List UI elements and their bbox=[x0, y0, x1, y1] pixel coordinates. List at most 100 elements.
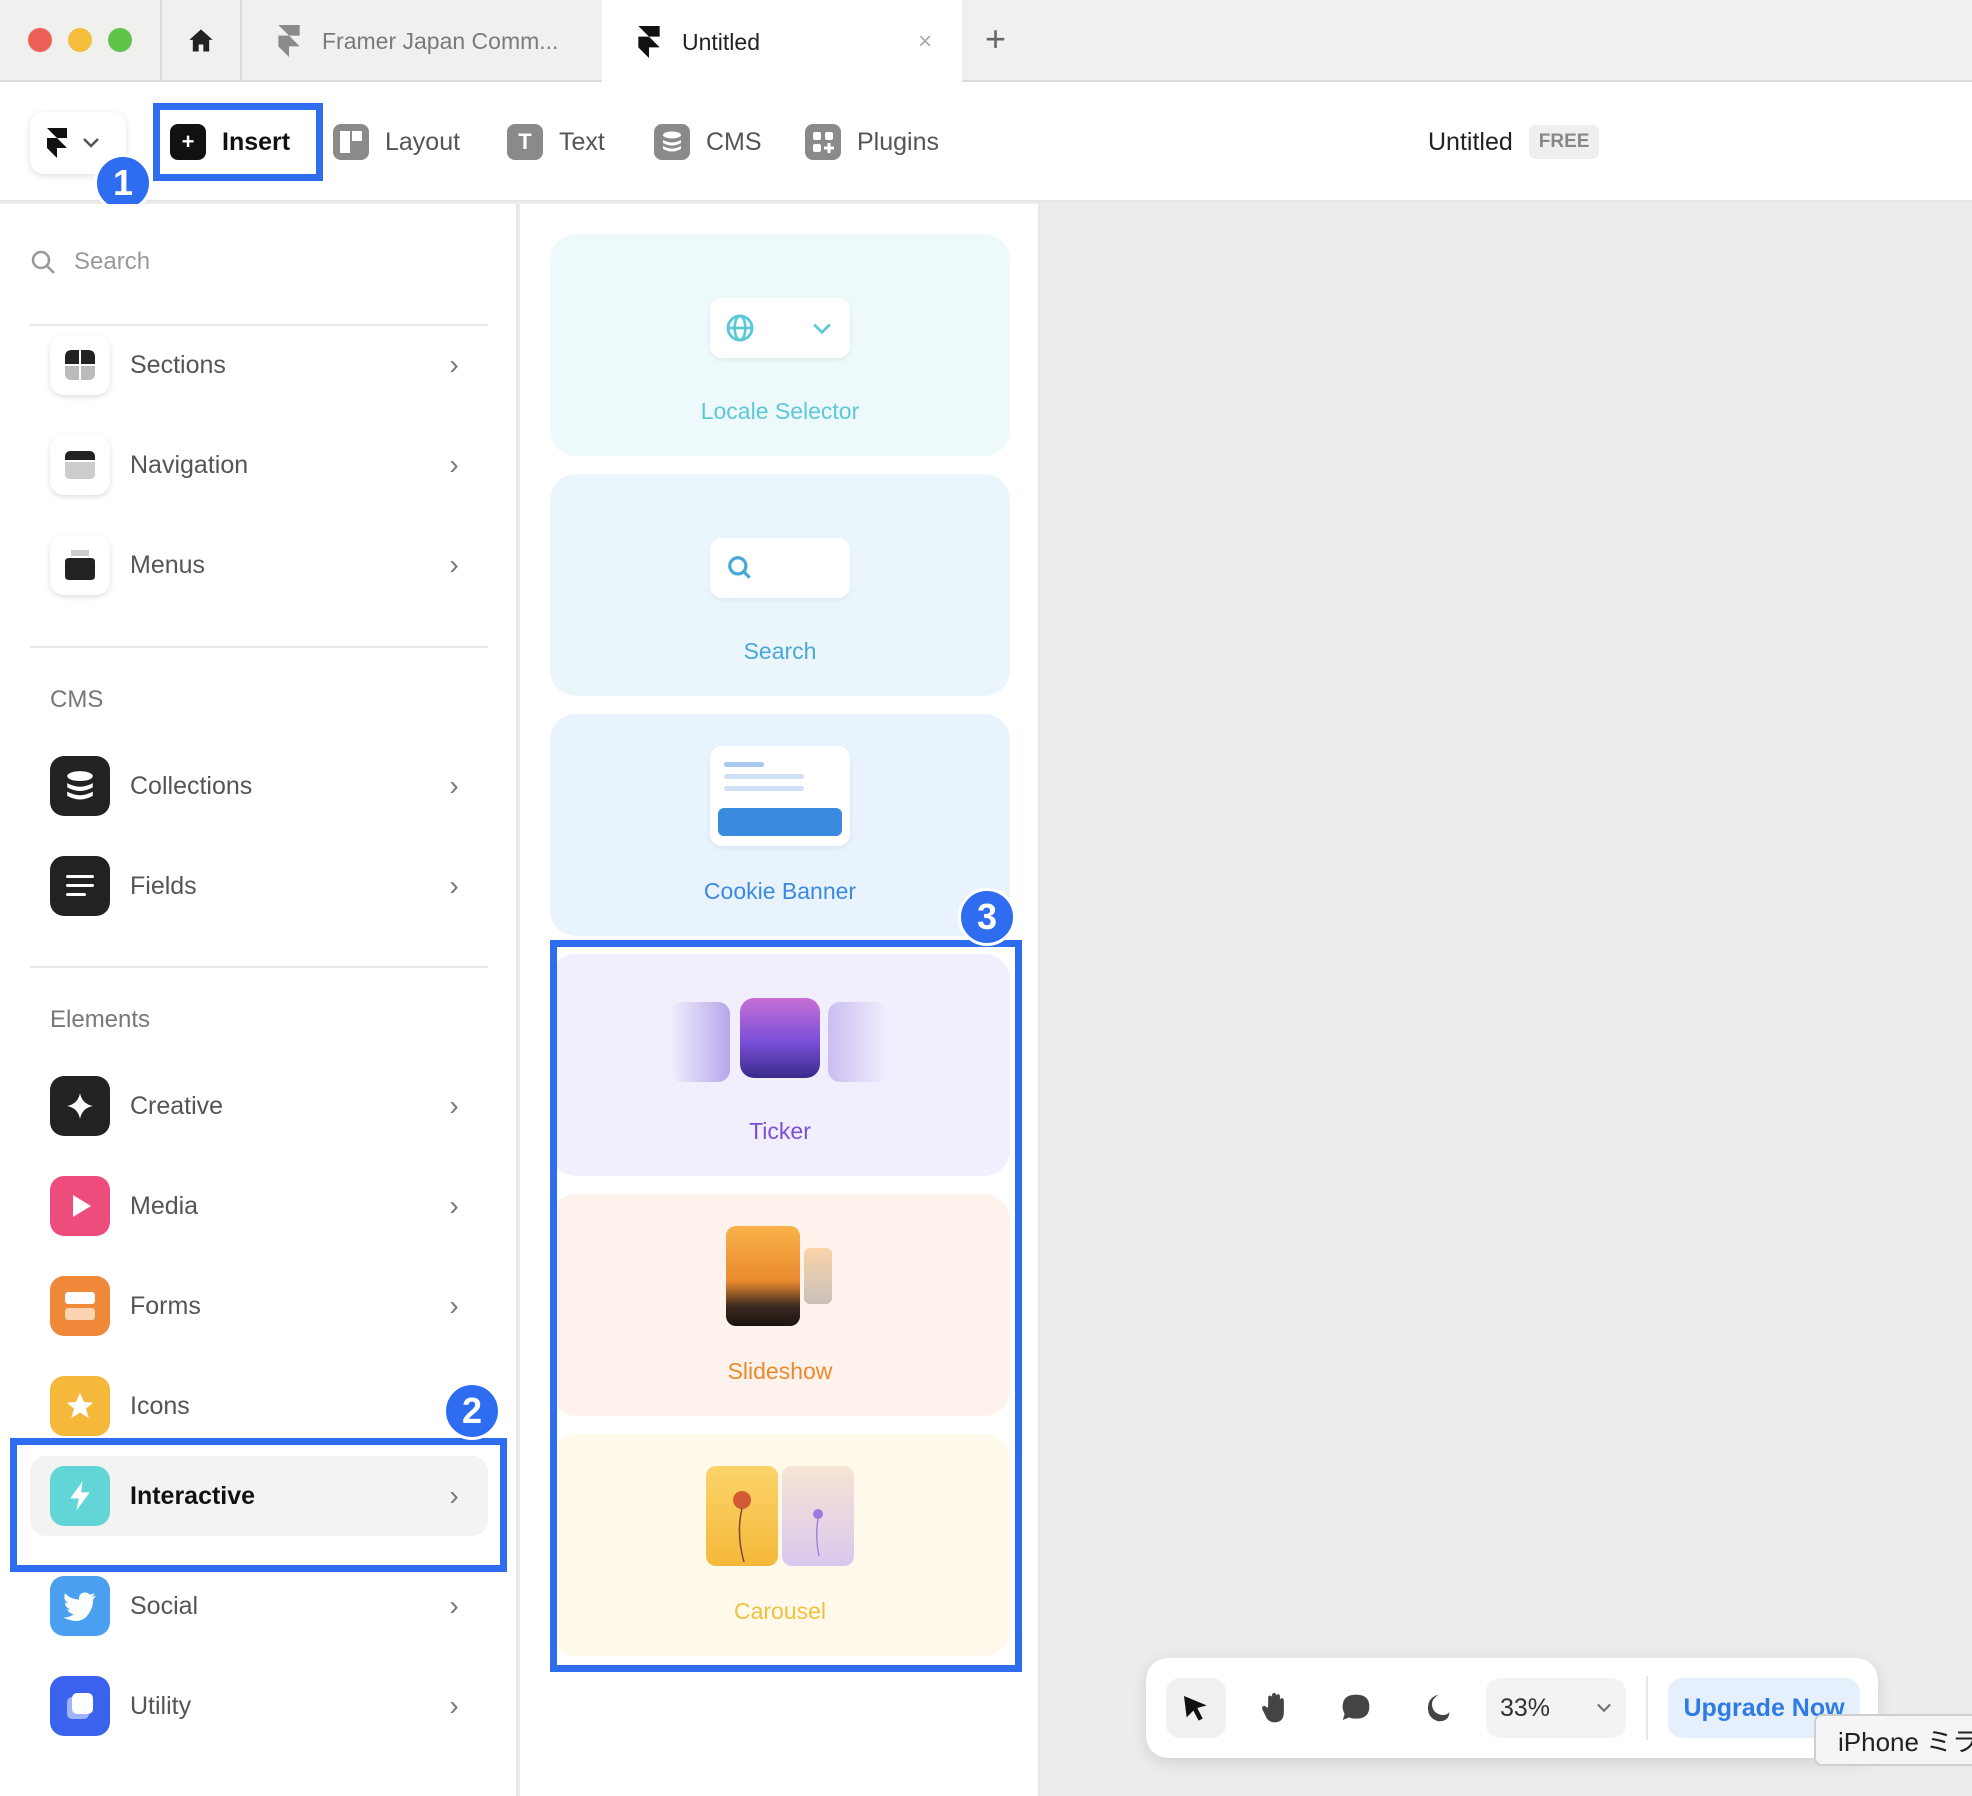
comment-bubble-icon bbox=[1342, 1694, 1370, 1720]
sidebar-item-label: Creative bbox=[130, 1091, 224, 1120]
sidebar-item-label: Collections bbox=[130, 771, 253, 800]
layout-button[interactable]: Layout bbox=[333, 82, 460, 202]
sidebar-item-icons[interactable]: Icons bbox=[30, 1366, 488, 1446]
annotation-highlight-insert bbox=[153, 103, 323, 181]
elements-section-title: Elements bbox=[50, 1006, 151, 1033]
zoom-select[interactable]: 33% bbox=[1486, 1678, 1626, 1738]
search-input[interactable]: Search bbox=[30, 248, 150, 276]
sidebar-item-forms[interactable]: Forms › bbox=[30, 1266, 488, 1346]
framer-logo-icon bbox=[638, 26, 660, 58]
plugins-label: Plugins bbox=[857, 127, 939, 156]
component-card-locale-selector[interactable]: Locale Selector bbox=[550, 234, 1010, 456]
component-card-search[interactable]: Search bbox=[550, 474, 1010, 696]
layout-icon bbox=[333, 124, 369, 160]
minimize-window-button[interactable] bbox=[68, 28, 92, 52]
utility-square-icon bbox=[50, 1676, 110, 1736]
cms-button[interactable]: CMS bbox=[654, 82, 762, 202]
chevron-right-icon: › bbox=[449, 1290, 459, 1321]
sidebar-item-menus[interactable]: Menus › bbox=[30, 525, 488, 605]
plugins-icon bbox=[805, 124, 841, 160]
cms-section-title: CMS bbox=[50, 686, 104, 713]
sparkle-icon bbox=[50, 1076, 110, 1136]
design-canvas[interactable] bbox=[1040, 204, 1972, 1796]
sidebar-item-label: Navigation bbox=[130, 450, 249, 479]
sidebar-item-navigation[interactable]: Navigation › bbox=[30, 425, 488, 505]
annotation-badge-2: 2 bbox=[443, 1382, 501, 1440]
database-icon bbox=[50, 756, 110, 816]
divider bbox=[30, 966, 488, 968]
close-tab-icon[interactable]: × bbox=[918, 28, 932, 56]
sidebar-item-creative[interactable]: Creative › bbox=[30, 1066, 488, 1146]
comment-tool-button[interactable] bbox=[1326, 1678, 1386, 1738]
plan-badge: FREE bbox=[1528, 125, 1600, 159]
chevron-down-icon bbox=[1596, 1703, 1612, 1713]
chevron-down-icon bbox=[813, 323, 831, 335]
sidebar-item-fields[interactable]: Fields › bbox=[30, 846, 488, 926]
chevron-right-icon: › bbox=[449, 770, 459, 801]
project-title[interactable]: Untitled FREE bbox=[1428, 82, 1600, 202]
tab-untitled[interactable]: Untitled × bbox=[602, 0, 962, 84]
sidebar-item-sections[interactable]: Sections › bbox=[30, 325, 488, 405]
sidebar-item-social[interactable]: Social › bbox=[30, 1566, 488, 1646]
home-icon bbox=[189, 29, 213, 52]
close-window-button[interactable] bbox=[28, 28, 52, 52]
component-label: Locale Selector bbox=[700, 398, 860, 424]
text-icon: T bbox=[507, 124, 543, 160]
chevron-right-icon: › bbox=[449, 549, 459, 580]
select-tool-button[interactable] bbox=[1166, 1678, 1226, 1738]
twitter-bird-icon bbox=[50, 1576, 110, 1636]
plugins-button[interactable]: Plugins bbox=[805, 82, 939, 202]
component-label: Search bbox=[743, 638, 817, 664]
layout-label: Layout bbox=[385, 127, 461, 156]
text-label: Text bbox=[559, 127, 605, 156]
chevron-right-icon: › bbox=[449, 1690, 459, 1721]
hand-tool-button[interactable] bbox=[1246, 1678, 1306, 1738]
search-icon bbox=[31, 250, 55, 274]
text-button[interactable]: T Text bbox=[507, 82, 605, 202]
cms-label: CMS bbox=[706, 127, 762, 156]
sidebar-item-media[interactable]: Media › bbox=[30, 1166, 488, 1246]
search-placeholder: Search bbox=[74, 248, 151, 275]
database-icon bbox=[654, 124, 690, 160]
new-tab-button[interactable]: + bbox=[985, 18, 1006, 60]
sidebar-item-label: Icons bbox=[130, 1391, 190, 1420]
sidebar-item-label: Menus bbox=[130, 550, 206, 579]
search-icon bbox=[728, 556, 751, 579]
canvas-bottom-toolbar: 33% Upgrade Now bbox=[1146, 1658, 1878, 1758]
cookie-banner-preview bbox=[710, 746, 850, 846]
framer-logo-icon bbox=[278, 25, 300, 57]
chevron-right-icon: › bbox=[449, 1090, 459, 1121]
tab-label: Untitled bbox=[682, 28, 760, 55]
toolbar-divider bbox=[1646, 1676, 1648, 1740]
menus-icon bbox=[50, 535, 110, 595]
sidebar-item-utility[interactable]: Utility › bbox=[30, 1666, 488, 1746]
chevron-down-icon bbox=[83, 138, 99, 148]
star-icon bbox=[50, 1376, 110, 1436]
project-name: Untitled bbox=[1428, 127, 1513, 156]
sidebar-item-label: Sections bbox=[130, 350, 226, 379]
chevron-right-icon: › bbox=[449, 1190, 459, 1221]
component-card-cookie-banner[interactable]: Cookie Banner bbox=[550, 714, 1010, 936]
chevron-right-icon: › bbox=[449, 1590, 459, 1621]
sidebar-item-label: Social bbox=[130, 1591, 199, 1620]
sidebar-item-label: Fields bbox=[130, 871, 197, 900]
sidebar-item-label: Media bbox=[130, 1191, 199, 1220]
divider bbox=[30, 646, 488, 648]
sidebar-item-label: Forms bbox=[130, 1291, 201, 1320]
iphone-mirroring-tooltip: iPhone ミラ bbox=[1814, 1714, 1972, 1766]
chevron-right-icon: › bbox=[449, 449, 459, 480]
navigation-bar-icon bbox=[50, 435, 110, 495]
annotation-badge-3: 3 bbox=[958, 888, 1016, 946]
play-icon bbox=[50, 1176, 110, 1236]
dark-mode-toggle[interactable] bbox=[1406, 1678, 1466, 1738]
component-label: Cookie Banner bbox=[703, 878, 857, 904]
chevron-right-icon: › bbox=[449, 349, 459, 380]
sidebar-item-collections[interactable]: Collections › bbox=[30, 746, 488, 826]
home-button[interactable] bbox=[162, 0, 240, 82]
maximize-window-button[interactable] bbox=[108, 28, 132, 52]
tab-framer-japan[interactable]: Framer Japan Comm... bbox=[242, 0, 602, 82]
tab-label: Framer Japan Comm... bbox=[322, 27, 559, 54]
form-icon bbox=[50, 1276, 110, 1336]
browser-titlebar: Framer Japan Comm... Untitled × + bbox=[0, 0, 1972, 84]
search-field-preview bbox=[710, 538, 850, 598]
